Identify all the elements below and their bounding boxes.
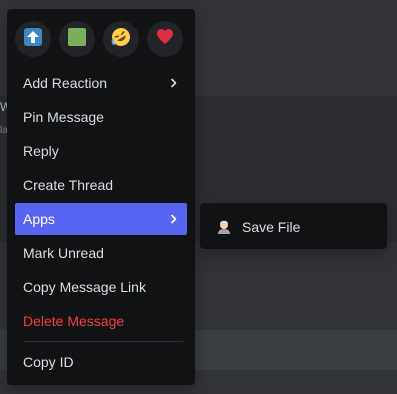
reaction-green-square-button[interactable] <box>59 21 95 57</box>
quick-reactions-bar <box>15 21 187 57</box>
apps-submenu: Save File <box>200 203 387 249</box>
pin-message-label: Pin Message <box>23 109 104 125</box>
up-arrow-emoji-icon <box>23 27 43 52</box>
chevron-right-icon <box>169 78 179 88</box>
app-avatar-icon <box>216 219 232 235</box>
rofl-emoji-icon <box>110 26 132 53</box>
menu-separator <box>23 341 183 342</box>
red-heart-emoji-icon <box>155 27 175 52</box>
reaction-heart-button[interactable] <box>147 21 183 57</box>
reply-label: Reply <box>23 143 59 159</box>
copy-id-label: Copy ID <box>23 354 74 370</box>
save-file-label: Save File <box>242 219 301 235</box>
apps-label: Apps <box>23 211 55 227</box>
menu-item-copy-message-link[interactable]: Copy Message Link <box>15 271 187 303</box>
menu-item-mark-unread[interactable]: Mark Unread <box>15 237 187 269</box>
menu-item-delete-message[interactable]: Delete Message <box>15 305 187 337</box>
add-reaction-label: Add Reaction <box>23 75 108 91</box>
menu-item-create-thread[interactable]: Create Thread <box>15 169 187 201</box>
chevron-right-icon <box>169 214 179 224</box>
menu-item-pin-message[interactable]: Pin Message <box>15 101 187 133</box>
reaction-up-arrow-button[interactable] <box>15 21 51 57</box>
reaction-rofl-button[interactable] <box>103 21 139 57</box>
menu-item-apps[interactable]: Apps <box>15 203 187 235</box>
menu-item-add-reaction[interactable]: Add Reaction <box>15 67 187 99</box>
mark-unread-label: Mark Unread <box>23 245 104 261</box>
message-context-menu: Add Reaction Pin Message Reply Create Th… <box>7 9 195 385</box>
menu-item-copy-id[interactable]: Copy ID <box>15 346 187 378</box>
copy-message-link-label: Copy Message Link <box>23 279 146 295</box>
green-square-emoji-icon <box>67 27 87 52</box>
submenu-item-save-file[interactable]: Save File <box>208 211 379 243</box>
menu-item-reply[interactable]: Reply <box>15 135 187 167</box>
create-thread-label: Create Thread <box>23 177 114 193</box>
delete-message-label: Delete Message <box>23 313 125 329</box>
